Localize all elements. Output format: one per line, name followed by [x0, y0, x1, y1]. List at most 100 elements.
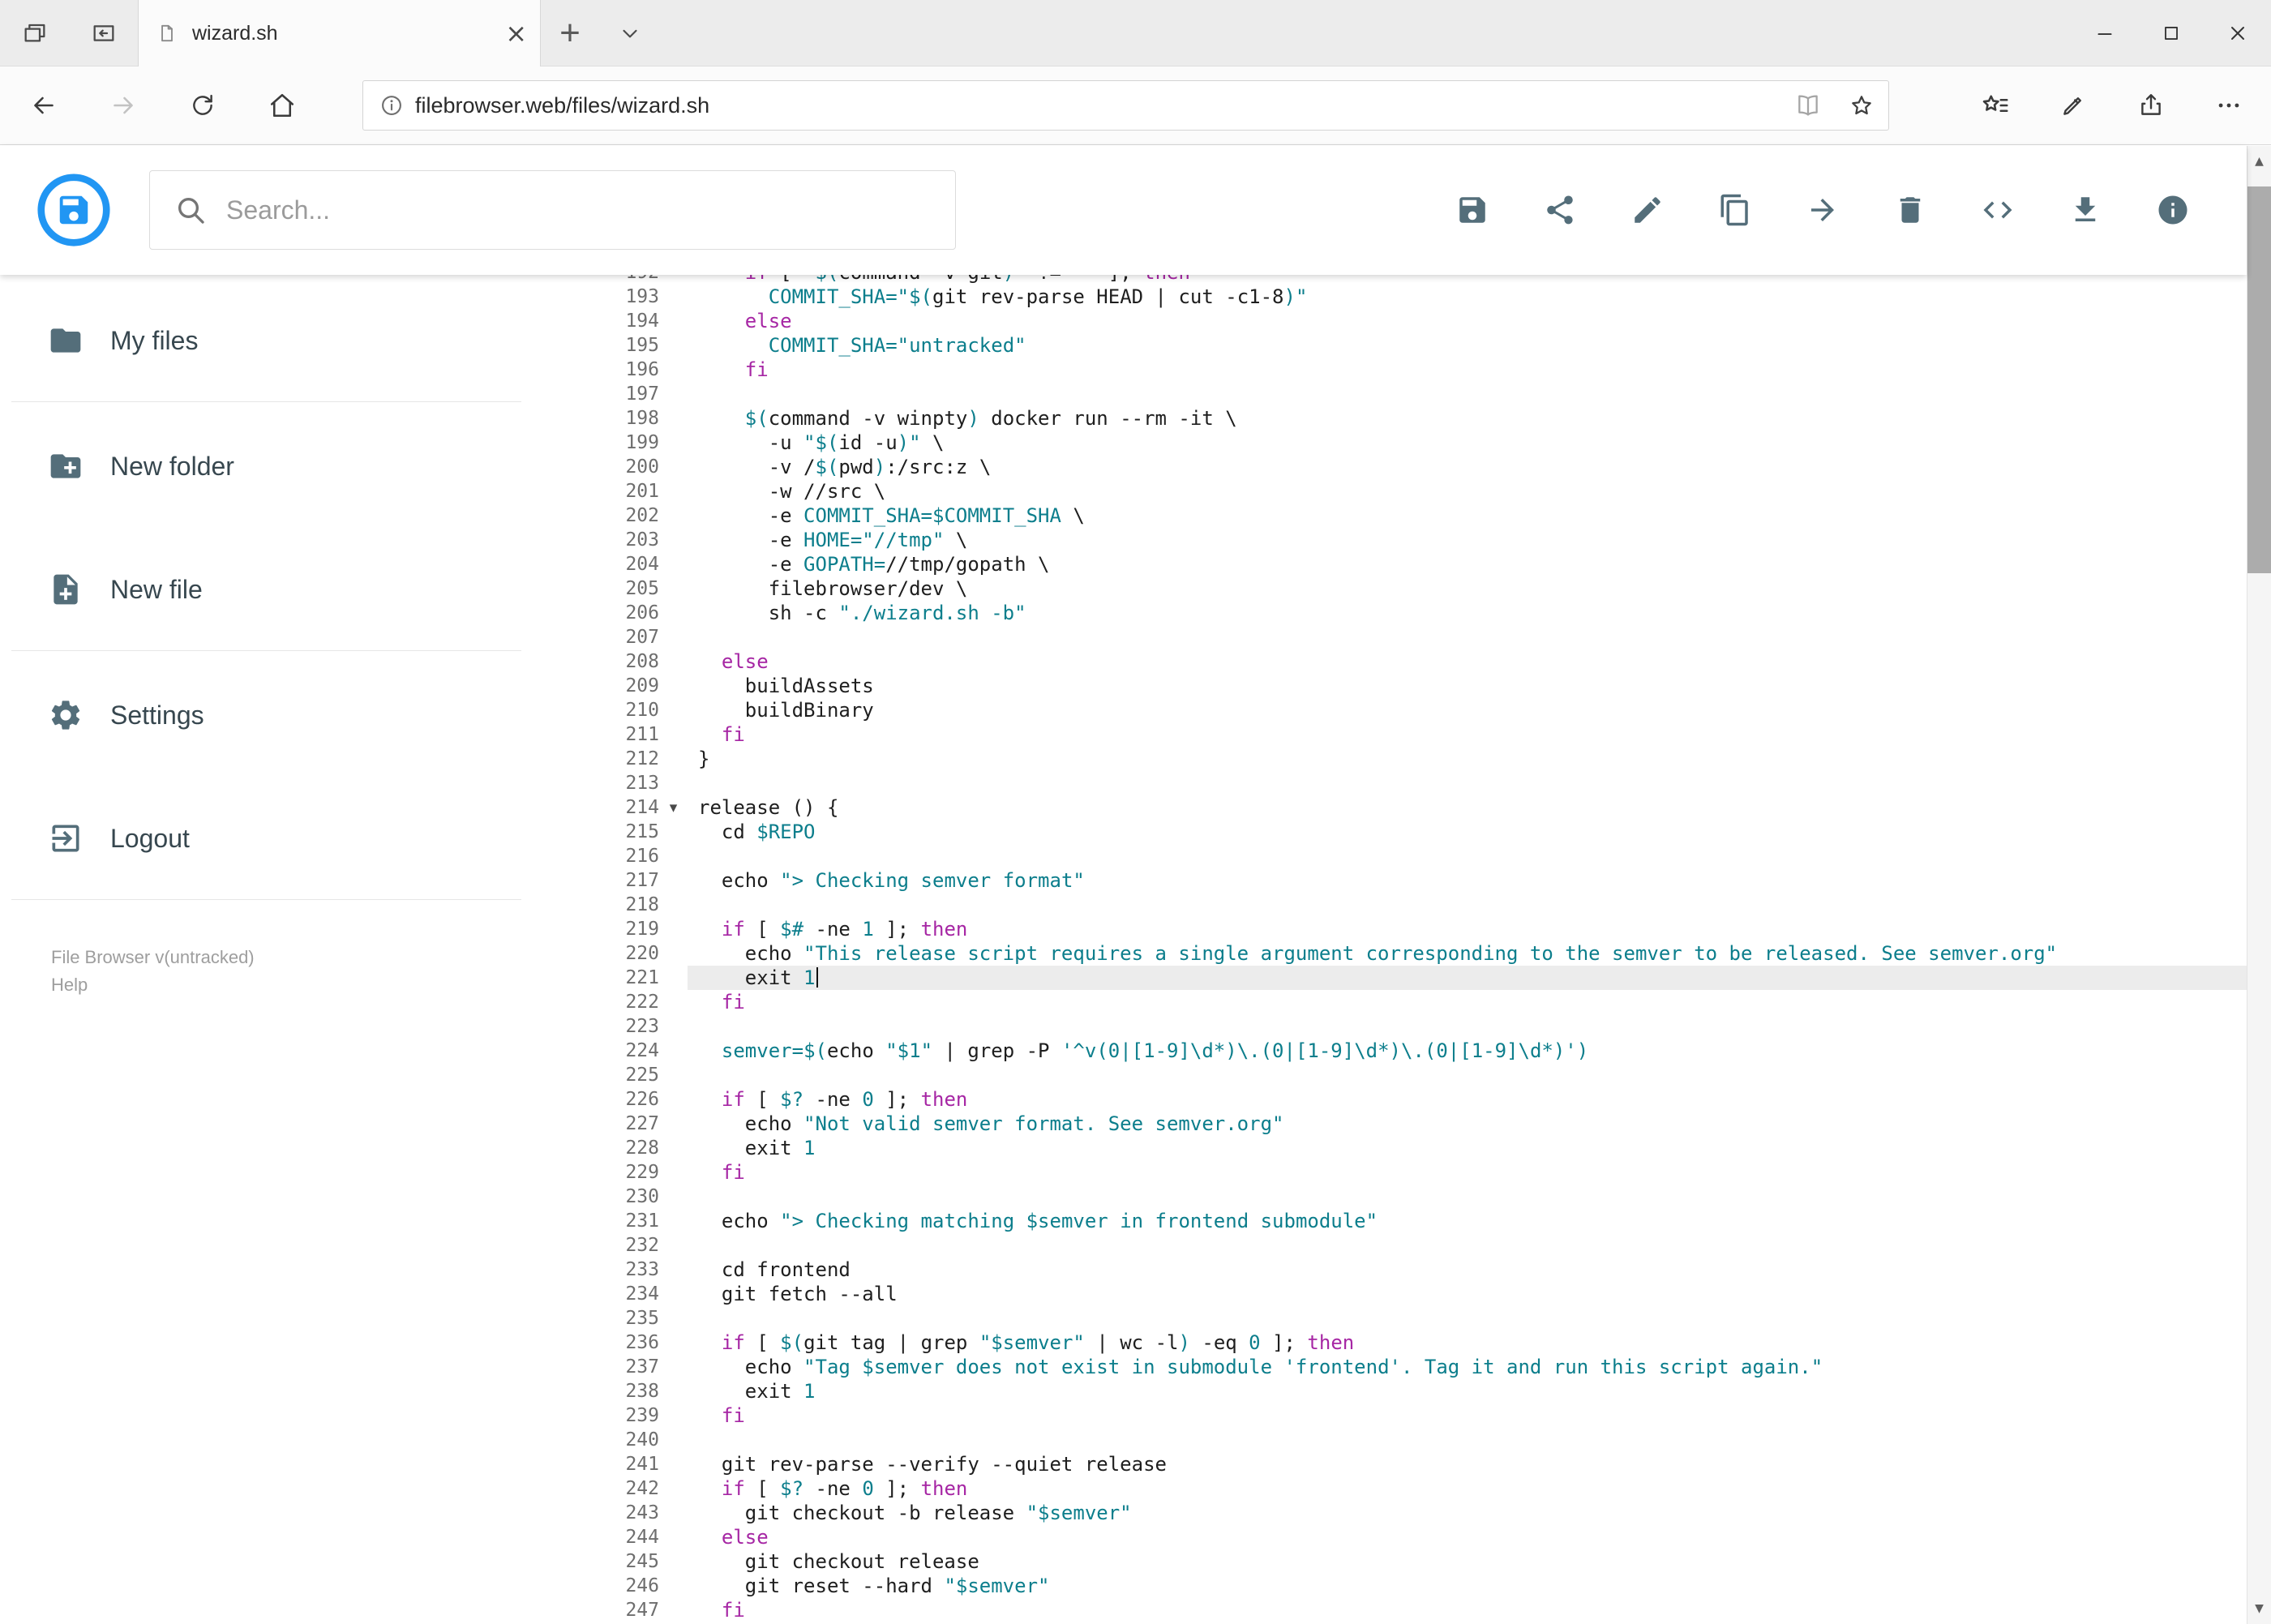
code-line[interactable]: 210 buildBinary	[608, 698, 2247, 722]
code-text[interactable]: -v /$(pwd):/src:z \	[688, 455, 2247, 479]
code-line[interactable]: 215 cd $REPO	[608, 820, 2247, 844]
code-line[interactable]: 193 COMMIT_SHA="$(git rev-parse HEAD | c…	[608, 285, 2247, 309]
code-text[interactable]: git checkout release	[688, 1549, 2247, 1574]
code-line[interactable]: 237 echo "Tag $semver does not exist in …	[608, 1355, 2247, 1379]
code-text[interactable]: fi	[688, 990, 2247, 1014]
sidebar-item-new-folder[interactable]: New folder	[0, 435, 608, 498]
code-line[interactable]: 212}	[608, 747, 2247, 771]
code-line[interactable]: 224 semver=$(echo "$1" | grep -P '^v(0|[…	[608, 1039, 2247, 1063]
code-line[interactable]: 200 -v /$(pwd):/src:z \	[608, 455, 2247, 479]
code-line[interactable]: 229 fi	[608, 1160, 2247, 1185]
code-line[interactable]: 234 git fetch --all	[608, 1282, 2247, 1306]
code-text[interactable]	[688, 1233, 2247, 1258]
code-line[interactable]: 242 if [ $? -ne 0 ]; then	[608, 1476, 2247, 1501]
save-icon[interactable]	[1446, 183, 1499, 237]
code-text[interactable]: semver=$(echo "$1" | grep -P '^v(0|[1-9]…	[688, 1039, 2247, 1063]
help-link[interactable]: Help	[51, 975, 88, 995]
delete-trash-icon[interactable]	[1883, 183, 1937, 237]
code-line[interactable]: 208 else	[608, 649, 2247, 674]
code-text[interactable]: COMMIT_SHA="$(git rev-parse HEAD | cut -…	[688, 285, 2247, 309]
code-line[interactable]: 216	[608, 844, 2247, 868]
code-line[interactable]: 211 fi	[608, 722, 2247, 747]
code-text[interactable]: filebrowser/dev \	[688, 576, 2247, 601]
code-line[interactable]: 243 git checkout -b release "$semver"	[608, 1501, 2247, 1525]
code-line[interactable]: 217 echo "> Checking semver format"	[608, 868, 2247, 893]
code-text[interactable]: git fetch --all	[688, 1282, 2247, 1306]
code-text[interactable]: -u "$(id -u)" \	[688, 431, 2247, 455]
code-line[interactable]: 218	[608, 893, 2247, 917]
code-line[interactable]: 223	[608, 1014, 2247, 1039]
code-text[interactable]: echo "This release script requires a sin…	[688, 941, 2247, 966]
maximize-button[interactable]	[2138, 0, 2205, 66]
code-line[interactable]: 201 -w //src \	[608, 479, 2247, 503]
search-input[interactable]	[226, 195, 955, 225]
code-line[interactable]: 227 echo "Not valid semver format. See s…	[608, 1112, 2247, 1136]
tab-preview-chevron-icon[interactable]	[599, 0, 661, 66]
code-line[interactable]: 232	[608, 1233, 2247, 1258]
code-editor[interactable]: 192 if [ "$(command -v git)" != "" ]; th…	[608, 275, 2247, 1624]
code-line[interactable]: 192 if [ "$(command -v git)" != "" ]; th…	[608, 275, 2247, 285]
set-tabs-aside-icon[interactable]	[69, 0, 138, 66]
code-text[interactable]	[688, 1014, 2247, 1039]
code-text[interactable]: exit 1	[688, 1379, 2247, 1403]
favorites-hub-icon[interactable]	[1956, 72, 2034, 139]
code-text[interactable]: fi	[688, 1403, 2247, 1428]
code-text[interactable]: buildAssets	[688, 674, 2247, 698]
code-line[interactable]: 203 -e HOME="//tmp" \	[608, 528, 2247, 552]
code-text[interactable]	[688, 1428, 2247, 1452]
more-actions-icon[interactable]	[2190, 72, 2268, 139]
rename-pencil-icon[interactable]	[1621, 183, 1674, 237]
refresh-icon[interactable]	[163, 72, 242, 139]
code-line[interactable]: 197	[608, 382, 2247, 406]
code-text[interactable]: release () {	[688, 795, 2247, 820]
add-favorite-star-icon[interactable]	[1835, 83, 1888, 128]
download-icon[interactable]	[2059, 183, 2112, 237]
code-text[interactable]: echo "Not valid semver format. See semve…	[688, 1112, 2247, 1136]
minimize-button[interactable]	[2072, 0, 2138, 66]
code-text[interactable]: cd $REPO	[688, 820, 2247, 844]
code-text[interactable]: else	[688, 309, 2247, 333]
scroll-down-icon[interactable]: ▼	[2247, 1595, 2271, 1622]
code-text[interactable]: sh -c "./wizard.sh -b"	[688, 601, 2247, 625]
scroll-up-icon[interactable]: ▲	[2247, 148, 2271, 175]
code-line[interactable]: 194 else	[608, 309, 2247, 333]
code-text[interactable]	[688, 1306, 2247, 1330]
raw-code-icon[interactable]	[1971, 183, 2025, 237]
new-tab-button[interactable]: +	[541, 0, 599, 66]
code-text[interactable]: COMMIT_SHA="untracked"	[688, 333, 2247, 358]
code-text[interactable]: if [ $(git tag | grep "$semver" | wc -l)…	[688, 1330, 2247, 1355]
copy-icon[interactable]	[1708, 183, 1762, 237]
code-text[interactable]	[688, 1185, 2247, 1209]
code-line[interactable]: 235	[608, 1306, 2247, 1330]
code-text[interactable]: }	[688, 747, 2247, 771]
code-text[interactable]	[688, 1063, 2247, 1087]
code-line[interactable]: 238 exit 1	[608, 1379, 2247, 1403]
move-arrow-icon[interactable]	[1796, 183, 1849, 237]
code-line[interactable]: 240	[608, 1428, 2247, 1452]
code-text[interactable]: echo "Tag $semver does not exist in subm…	[688, 1355, 2247, 1379]
code-text[interactable]: git rev-parse --verify --quiet release	[688, 1452, 2247, 1476]
fold-marker-icon[interactable]: ▾	[659, 795, 688, 820]
sidebar-item-settings[interactable]: Settings	[0, 683, 608, 747]
code-text[interactable]: git checkout -b release "$semver"	[688, 1501, 2247, 1525]
code-line[interactable]: 206 sh -c "./wizard.sh -b"	[608, 601, 2247, 625]
tab-close-icon[interactable]: ×	[505, 20, 527, 46]
code-text[interactable]	[688, 771, 2247, 795]
tabs-you-set-aside-icon[interactable]	[0, 0, 69, 66]
code-line[interactable]: 202 -e COMMIT_SHA=$COMMIT_SHA \	[608, 503, 2247, 528]
code-text[interactable]: fi	[688, 722, 2247, 747]
code-text[interactable]: fi	[688, 358, 2247, 382]
code-line[interactable]: 228 exit 1	[608, 1136, 2247, 1160]
scrollbar-thumb[interactable]	[2247, 186, 2271, 573]
code-line[interactable]: 244 else	[608, 1525, 2247, 1549]
code-line[interactable]: 213	[608, 771, 2247, 795]
code-text[interactable]: if [ $# -ne 1 ]; then	[688, 917, 2247, 941]
code-line[interactable]: 236 if [ $(git tag | grep "$semver" | wc…	[608, 1330, 2247, 1355]
code-text[interactable]: git reset --hard "$semver"	[688, 1574, 2247, 1598]
home-icon[interactable]	[242, 72, 322, 139]
code-text[interactable]: cd frontend	[688, 1258, 2247, 1282]
code-line[interactable]: 226 if [ $? -ne 0 ]; then	[608, 1087, 2247, 1112]
code-line[interactable]: 198 $(command -v winpty) docker run --rm…	[608, 406, 2247, 431]
code-text[interactable]: -w //src \	[688, 479, 2247, 503]
code-line[interactable]: 246 git reset --hard "$semver"	[608, 1574, 2247, 1598]
